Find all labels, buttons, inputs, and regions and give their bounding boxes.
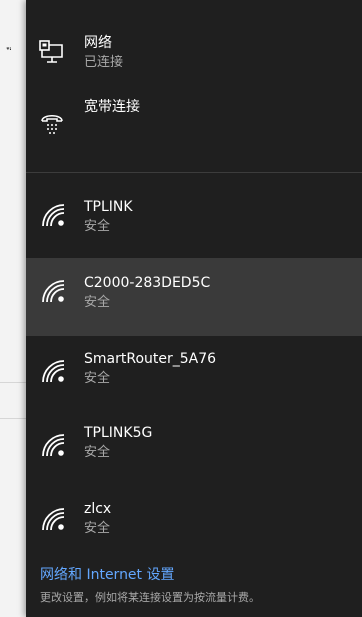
wifi-icon (38, 430, 66, 458)
wifi-security: 安全 (84, 445, 111, 460)
wifi-ssid: TPLINK5G (84, 425, 153, 441)
wifi-item-tplink5g[interactable]: TPLINK5G 安全 (26, 414, 362, 488)
wifi-security: 安全 (84, 219, 111, 234)
wifi-security: 安全 (84, 371, 111, 386)
connection-status: 已连接 (84, 55, 124, 70)
settings-description: 更改设置，例如将某连接设置为按流量计费。 (40, 591, 260, 604)
wifi-ssid: SmartRouter_5A76 (84, 351, 217, 367)
dialup-icon (38, 108, 66, 136)
wifi-icon (38, 504, 66, 532)
wifi-icon (38, 200, 66, 228)
wifi-ssid: TPLINK (84, 199, 133, 215)
wifi-security: 安全 (84, 295, 111, 310)
background-window-edge: ֳ (0, 0, 26, 617)
wifi-ssid: zlcx (84, 501, 112, 517)
network-item-broadband[interactable]: 宽带连接 (26, 88, 362, 150)
wifi-item-zlcx[interactable]: zlcx 安全 (26, 488, 362, 554)
background-divider (0, 382, 26, 383)
wifi-icon (38, 356, 66, 384)
network-settings-link[interactable]: 网络和 Internet 设置 (40, 564, 175, 584)
network-flyout: 网络 已连接 宽带连接 TPLINK 安全 C2000-283DED5C 安全 … (26, 0, 362, 617)
ethernet-icon (38, 38, 66, 66)
wifi-icon (38, 276, 66, 304)
wifi-item-c2000-283ded5c[interactable]: C2000-283DED5C 安全 (26, 258, 362, 336)
wifi-item-smartrouter-5a76[interactable]: SmartRouter_5A76 安全 (26, 336, 362, 414)
section-divider (26, 172, 362, 173)
wifi-security: 安全 (84, 521, 111, 536)
wifi-item-tplink[interactable]: TPLINK 安全 (26, 182, 362, 248)
network-name: 网络 (84, 35, 112, 51)
background-divider (0, 418, 26, 419)
network-item-ethernet[interactable]: 网络 已连接 (26, 22, 362, 82)
wifi-ssid: C2000-283DED5C (84, 275, 211, 291)
network-name: 宽带连接 (84, 99, 140, 115)
